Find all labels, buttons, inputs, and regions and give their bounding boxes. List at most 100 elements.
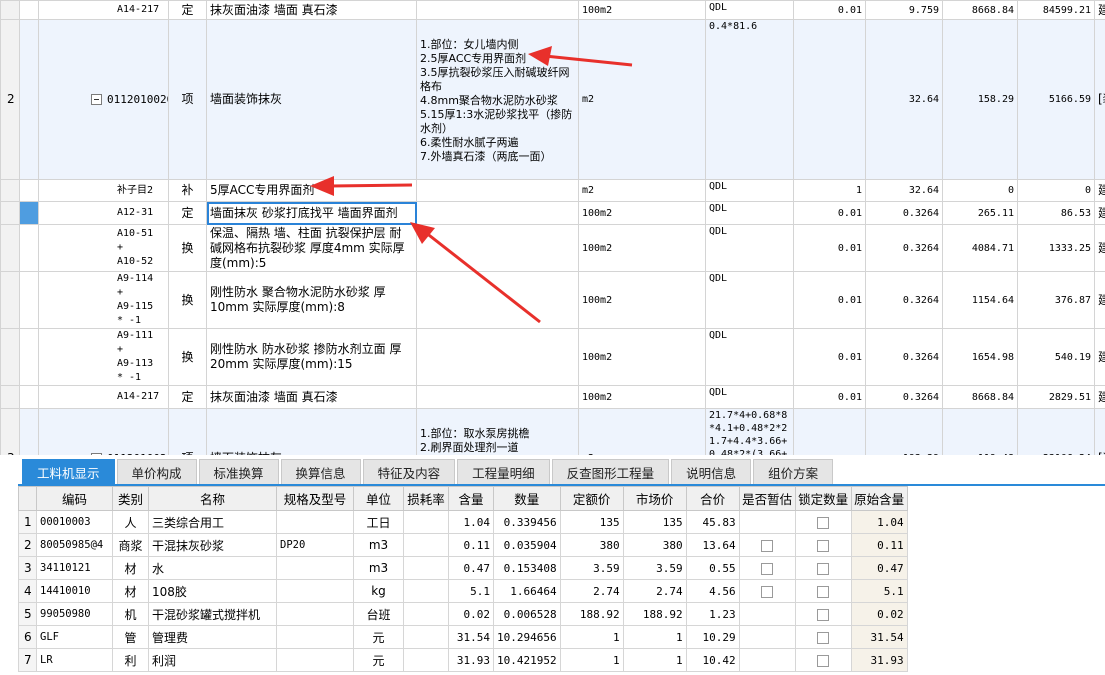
material-type[interactable]: 商浆 [112,533,149,557]
quantity-cell[interactable]: 193.39 [865,408,943,455]
features-cell[interactable] [416,201,579,225]
estimate-checkbox[interactable] [761,539,774,552]
material-type[interactable]: 材 [112,579,149,603]
column-header[interactable]: 市场价 [622,486,687,511]
material-unit[interactable]: 元 [353,625,404,649]
row-selector[interactable] [19,201,39,225]
material-name[interactable]: 干混砂浆罐式搅拌机 [148,602,277,626]
features-cell[interactable] [416,179,579,202]
market-price[interactable]: 1 [622,625,687,649]
material-code[interactable]: 34110121 [36,556,113,580]
loss-rate[interactable] [403,625,449,649]
quantity-expression-cell[interactable]: 21.7*4+0.68*8*4.1+0.48*2*21.7+4.4*3.66+0… [705,408,794,455]
quantity-cell[interactable]: 9.759 [865,0,943,20]
lock-checkbox[interactable] [817,608,830,621]
code-cell[interactable]: A14-217 [38,0,169,20]
material-name[interactable]: 利润 [148,648,277,672]
column-header[interactable]: 含量 [448,486,494,511]
specialty-cell[interactable]: 建 [1094,179,1105,202]
quota-row[interactable]: A9-114 + A9-115 * -1 换刚性防水 聚合物水泥防水砂浆 厚10m… [0,271,1105,329]
quantity-expression-cell[interactable]: QDL [705,271,794,329]
type-cell[interactable]: 换 [168,271,207,329]
row-selector[interactable] [19,224,39,272]
content-value[interactable]: 1.04 [448,510,494,534]
type-cell[interactable]: 定 [168,201,207,225]
specialty-cell[interactable]: 建 [1094,271,1105,329]
quota-row[interactable]: A14-217 定抹灰面油漆 墙面 真石漆 100m2 QDL 0.01 9.759 866… [0,0,1105,20]
material-unit[interactable]: m3 [353,556,404,580]
quantity-expression-cell[interactable]: QDL [705,201,794,225]
specialty-cell[interactable]: 建 [1094,201,1105,225]
loss-rate[interactable] [403,556,449,580]
estimate-checkbox[interactable] [761,585,774,598]
quantity-expression-cell[interactable]: 0.4*81.6 [705,19,794,180]
loss-rate[interactable] [403,533,449,557]
code-cell[interactable]: 011201002011 [38,408,169,455]
quantity-expression-cell[interactable]: QDL [705,385,794,409]
content-value[interactable]: 0.02 [448,602,494,626]
material-row[interactable]: 4 14410010 材 108胶 kg 5.1 1.66464 2.74 2.74 4.56 5.… [18,579,908,603]
features-cell[interactable] [416,224,579,272]
total-price-cell[interactable]: 0 [1017,179,1095,202]
estimate-cell[interactable] [738,556,796,580]
quantity-cell[interactable]: 32.64 [865,19,943,180]
unit-price-cell[interactable]: 265.11 [942,201,1018,225]
unit-cell[interactable]: 100m2 [578,201,706,225]
base-price[interactable]: 188.92 [559,602,624,626]
column-header[interactable]: 数量 [493,486,561,511]
code-cell[interactable]: A14-217 [38,385,169,409]
row-number[interactable]: 4 [18,579,37,603]
type-cell[interactable]: 补 [168,179,207,202]
features-cell[interactable]: 1.部位：女儿墙内侧 2.5厚ACC专用界面剂 3.5厚抗裂砂浆压入耐碱玻纤网格… [416,19,579,180]
unit-price-cell[interactable]: 8668.84 [942,0,1018,20]
base-price[interactable]: 3.59 [559,556,624,580]
specialty-cell[interactable]: 建 [1094,0,1105,20]
material-row[interactable]: 6 GLF 管管理费元 31.54 10.294656 1 1 10.29 31.54 [18,625,908,649]
total-price-cell[interactable]: 376.87 [1017,271,1095,329]
name-cell[interactable]: 刚性防水 防水砂浆 掺防水剂立面 厚20mm 实际厚度(mm):15 [206,328,417,386]
quota-row[interactable]: A14-217 定抹灰面油漆 墙面 真石漆 100m2 QDL 0.01 0.3264 86… [0,385,1105,409]
material-row[interactable]: 1 00010003 人三类综合用工 工日 1.04 0.339456 135 135 45.8… [18,510,908,534]
bill-item-row[interactable]: 2 011201002009项墙面装饰抹灰1.部位：女儿墙内侧 2.5厚ACC专用… [0,19,1105,180]
material-code[interactable]: 14410010 [36,579,113,603]
material-spec[interactable] [276,648,354,672]
quantity-value[interactable]: 1.66464 [493,579,561,603]
quantity-value[interactable]: 0.006528 [493,602,561,626]
features-cell[interactable] [416,328,579,386]
tab-9[interactable]: 组价方案 [753,459,834,485]
code-cell[interactable]: A12-31 [38,201,169,225]
row-number[interactable]: 2 [0,19,20,180]
material-spec[interactable] [276,579,354,603]
content-cell[interactable]: 0.01 [793,0,866,20]
unit-cell[interactable]: 100m2 [578,328,706,386]
content-cell[interactable]: 0.01 [793,224,866,272]
estimate-checkbox[interactable] [761,562,774,575]
material-row[interactable]: 5 99050980 机干混砂浆罐式搅拌机 台班 0.02 0.006528 188.92 1… [18,602,908,626]
tab-8[interactable]: 说明信息 [671,459,752,485]
column-header[interactable]: 单位 [353,486,404,511]
content-cell[interactable]: 0.01 [793,385,866,409]
row-number[interactable]: 3 [18,556,37,580]
content-cell[interactable]: 1 [793,179,866,202]
unit-cell[interactable]: 100m2 [578,0,706,20]
unit-cell[interactable]: 100m2 [578,385,706,409]
code-cell[interactable]: A9-111 + A9-113 * -1 [38,328,169,386]
quantity-cell[interactable]: 32.64 [865,179,943,202]
quantity-value[interactable]: 0.153408 [493,556,561,580]
total-price[interactable]: 10.29 [685,625,740,649]
base-price[interactable]: 1 [559,625,624,649]
unit-cell[interactable]: m2 [578,179,706,202]
content-cell[interactable]: 0.01 [793,328,866,386]
name-cell[interactable]: 5厚ACC专用界面剂 [206,179,417,202]
total-price-cell[interactable]: 86.53 [1017,201,1095,225]
features-cell[interactable]: 1.部位：取水泵房挑檐 2.刷界面处理剂一道 3.8mm聚合物水泥防水砂浆 4.… [416,408,579,455]
unit-price-cell[interactable]: 1654.98 [942,328,1018,386]
base-price[interactable]: 2.74 [559,579,624,603]
material-row[interactable]: 2 80050985@4 商浆 干混抹灰砂浆 DP20 m3 0.11 0.035904 380… [18,533,908,557]
quantity-expression-cell[interactable]: QDL [705,224,794,272]
row-number[interactable]: 6 [18,625,37,649]
unit-cell[interactable]: 100m2 [578,224,706,272]
material-unit[interactable]: 元 [353,648,404,672]
original-content[interactable]: 0.11 [850,533,908,557]
lock-checkbox[interactable] [817,516,830,529]
